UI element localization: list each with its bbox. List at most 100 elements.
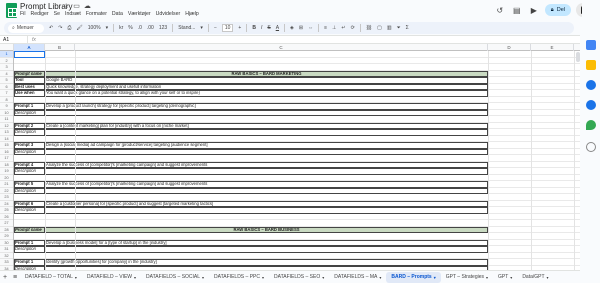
chevron-down-icon[interactable]: ▾	[547, 275, 549, 280]
menu-item[interactable]: Fil	[20, 11, 25, 17]
chevron-down-icon[interactable]: ▾	[434, 275, 436, 280]
font-select[interactable]: Stand...	[178, 25, 195, 31]
paint-format-icon[interactable]: 🖌︎	[76, 25, 82, 31]
tasks-icon[interactable]	[586, 80, 596, 90]
sheet-tab[interactable]: DATAFIELD – TOTAL ▾	[20, 272, 82, 283]
number-format-button[interactable]: 123	[159, 25, 167, 31]
formula-bar: A1 fx	[0, 35, 580, 44]
sheet-tab[interactable]: DATAFIELD – VIEW ▾	[82, 272, 141, 283]
keep-icon[interactable]	[586, 60, 596, 70]
chevron-down-icon[interactable]: ▾	[510, 275, 512, 280]
sheets-logo-icon[interactable]	[6, 3, 17, 18]
share-button[interactable]: 🔒︎ Del	[544, 4, 571, 16]
sheet-tab[interactable]: DATAFIELDS – SEO ▾	[269, 272, 329, 283]
currency-format-button[interactable]: kr	[119, 25, 123, 31]
wrap-icon[interactable]: ↵	[341, 25, 345, 31]
chevron-down-icon[interactable]: ▾	[134, 275, 136, 280]
menu-item[interactable]: Data	[112, 11, 123, 17]
sheet-tab-label: GPT – Strategies	[445, 274, 484, 280]
sheet-tab-label: Data/GPT	[522, 274, 545, 280]
menu-search[interactable]: ⌕ Menuer	[8, 23, 44, 33]
calendar-icon[interactable]	[586, 40, 596, 50]
toolbar-divider	[113, 24, 115, 32]
column-header[interactable]: E	[531, 44, 574, 51]
strikethrough-button[interactable]: S	[267, 25, 270, 31]
print-icon[interactable]: ⎙	[67, 25, 71, 31]
search-icon: ⌕	[12, 25, 15, 31]
maps-icon[interactable]	[586, 120, 596, 130]
cell-area[interactable]: Prompt name RAW BASICS – BARD MARKETING To…	[14, 51, 580, 270]
title-icons: ☆ ▭ ☁	[63, 2, 91, 10]
chevron-down-icon[interactable]: ▾	[262, 275, 264, 280]
column-header[interactable]: A	[14, 44, 45, 51]
select-all-corner[interactable]	[0, 44, 14, 51]
comment-icon[interactable]: ▢	[377, 25, 382, 31]
all-sheets-button[interactable]: ≡	[10, 274, 20, 281]
menu-item[interactable]: Indsæt	[65, 11, 81, 17]
undo-icon[interactable]: ↶	[49, 25, 53, 31]
sheet-tab[interactable]: GPT ▾	[493, 272, 517, 283]
chevron-down-icon[interactable]: ▾	[379, 275, 381, 280]
redo-icon[interactable]: ↷	[58, 25, 62, 31]
zoom-select[interactable]: 100%	[88, 25, 101, 31]
font-size-decrease-button[interactable]: −	[214, 25, 217, 31]
menu-item[interactable]: Formater	[86, 11, 107, 17]
sheet-tab[interactable]: GPT – Strategies ▾	[441, 272, 493, 283]
right-tools: ↺ ▤ ▶ 🔒︎ Del	[494, 3, 590, 17]
contacts-icon[interactable]	[586, 100, 596, 110]
comments-icon[interactable]: ▤	[511, 4, 523, 16]
filter-icon[interactable]: ⏷	[397, 25, 401, 31]
percent-format-button[interactable]: %	[128, 25, 132, 31]
move-folder-icon[interactable]: ▭	[73, 2, 80, 10]
merge-cells-icon[interactable]: ⇔	[308, 25, 313, 31]
decrease-decimals-button[interactable]: .0	[138, 25, 142, 31]
chevron-down-icon[interactable]: ▾	[202, 275, 204, 280]
sheet-tab[interactable]: DATAFIELDS – PPC ▾	[209, 272, 269, 283]
menu-item[interactable]: Hjælp	[185, 11, 199, 17]
italic-button[interactable]: I	[261, 25, 262, 31]
add-on-icon[interactable]	[586, 142, 596, 152]
name-box[interactable]: A1	[0, 36, 28, 43]
sheet-tab[interactable]: Data/GPT ▾	[517, 272, 553, 283]
active-cell[interactable]	[14, 51, 45, 58]
menu-item[interactable]: Se	[54, 11, 60, 17]
fill-color-icon[interactable]: ◈	[290, 25, 294, 31]
column-header[interactable]: C	[75, 44, 488, 51]
column-header[interactable]: D	[488, 44, 531, 51]
menu-item[interactable]: Værktøjer	[128, 11, 151, 17]
title-bar: Prompt Library ☆ ▭ ☁ Fil Rediger Se Indsæt F…	[0, 0, 600, 22]
chevron-down-icon[interactable]: ▾	[322, 275, 324, 280]
font-size-input[interactable]: 10	[221, 24, 234, 32]
sheet-tab[interactable]: DATAFIELDS – SOCIAL ▾	[141, 272, 209, 283]
cloud-status-icon[interactable]: ☁	[84, 2, 91, 10]
column-header[interactable]: F	[574, 44, 580, 51]
bold-button[interactable]: B	[252, 25, 256, 31]
toolbar-divider	[318, 24, 320, 32]
star-icon[interactable]: ☆	[63, 2, 69, 10]
menu-item[interactable]: Rediger	[30, 11, 48, 17]
sheet-grid[interactable]: ABCDEF 123456789101112131415161718192021…	[0, 44, 580, 270]
borders-icon[interactable]: ⊞	[299, 25, 303, 31]
sheet-tab[interactable]: DATAFIELDS – MA ▾	[329, 272, 386, 283]
sheet-tabs-bar: + ≡ DATAFIELD – TOTAL ▾ DATAFIELD – VIEW ▾ D…	[0, 270, 580, 283]
meet-icon[interactable]: ▶	[528, 4, 540, 16]
rotate-icon[interactable]: ⟳	[351, 25, 355, 31]
chart-icon[interactable]: ▥	[387, 25, 392, 31]
text-color-button[interactable]: A	[276, 25, 279, 31]
increase-decimals-button[interactable]: .00	[147, 25, 154, 31]
side-panel	[582, 0, 600, 283]
row-headers: 1 2 3 4 5 6 7 8 9 10 11 12 13 14 15 16 17 18 19 20 21 22 23 24 2…	[0, 51, 14, 270]
link-icon[interactable]: ⛓︎	[366, 25, 372, 31]
menu-item[interactable]: Udvidelser	[156, 11, 181, 17]
column-header[interactable]: B	[45, 44, 75, 51]
history-icon[interactable]: ↺	[494, 4, 506, 16]
font-size-increase-button[interactable]: +	[238, 25, 241, 31]
add-sheet-button[interactable]: +	[0, 274, 10, 281]
chevron-down-icon[interactable]: ▾	[75, 275, 77, 280]
align-icon[interactable]: ≡	[324, 25, 327, 31]
chevron-down-icon[interactable]: ▾	[486, 275, 488, 280]
functions-icon[interactable]: Σ	[406, 25, 409, 31]
valign-icon[interactable]: ⊥	[332, 25, 336, 31]
vertical-scrollbar[interactable]	[576, 52, 580, 62]
sheet-tab[interactable]: BARD – Prompts ▾	[386, 271, 441, 283]
